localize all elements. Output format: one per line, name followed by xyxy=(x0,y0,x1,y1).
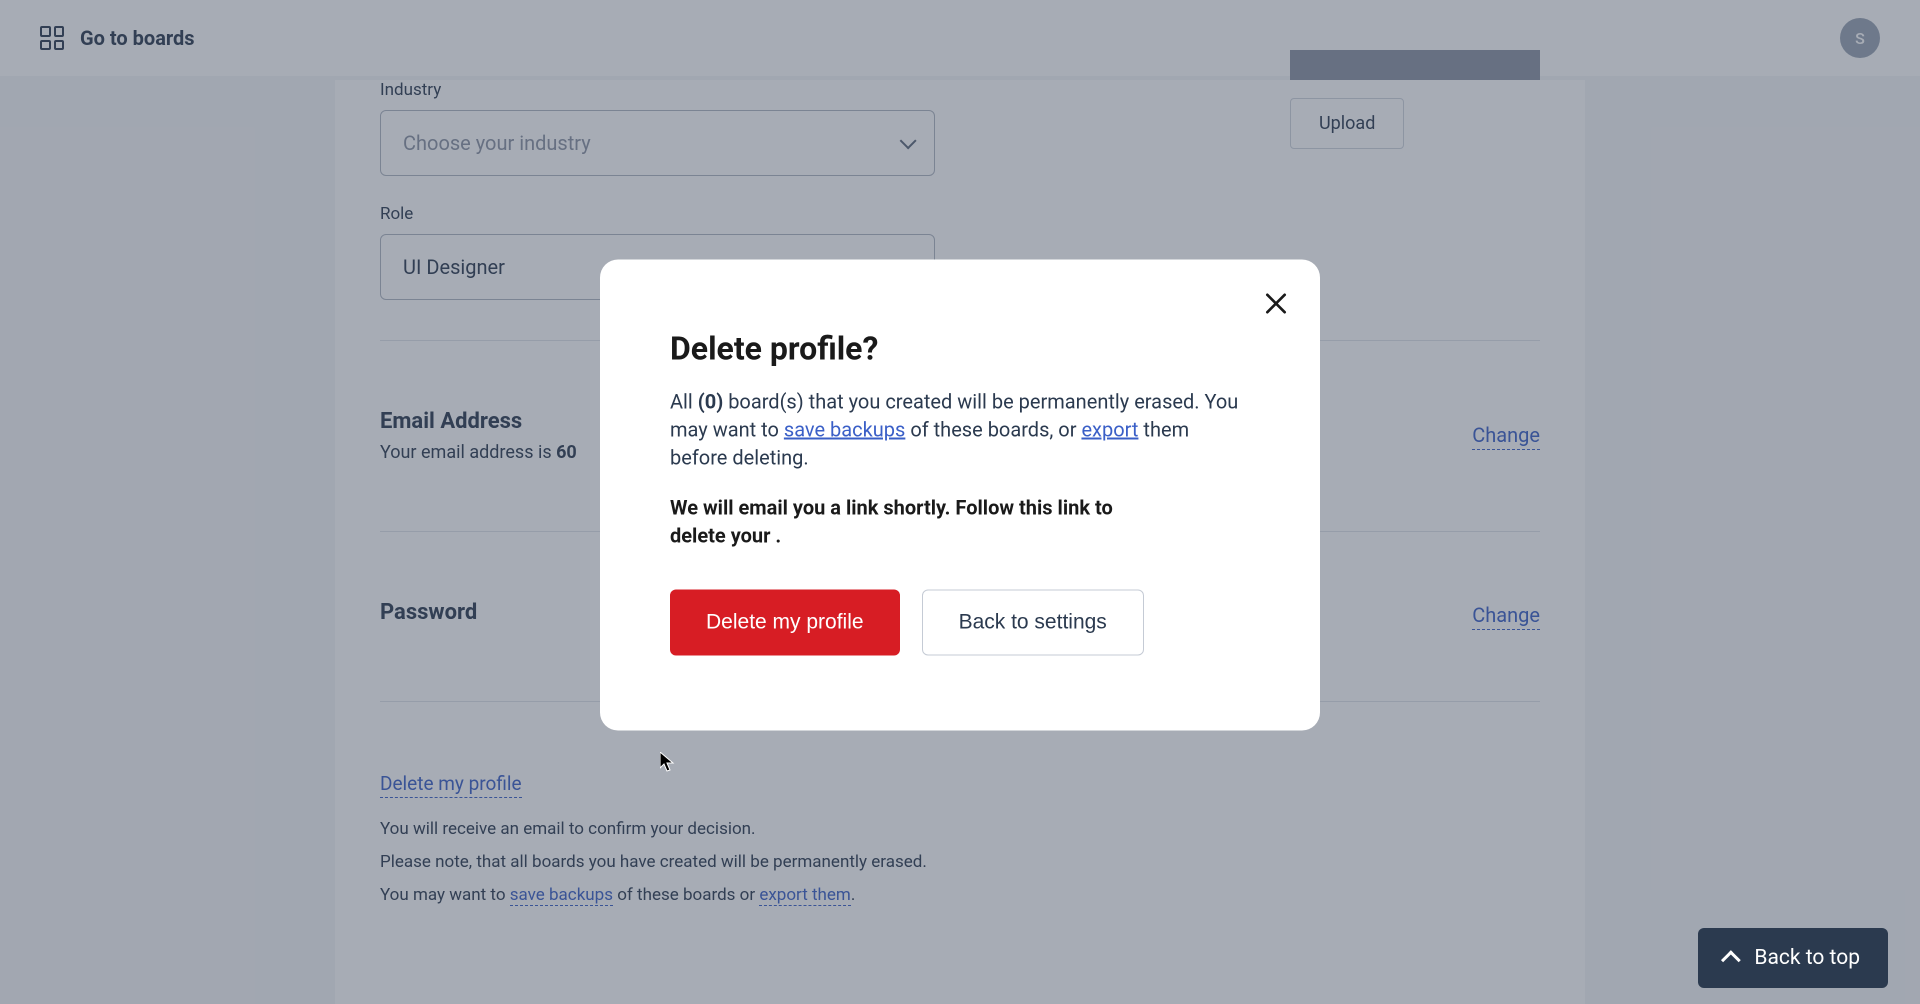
modal-export-link[interactable]: export xyxy=(1081,418,1138,442)
back-to-top-button[interactable]: Back to top xyxy=(1698,928,1888,988)
modal-title: Delete profile? xyxy=(670,330,1250,368)
back-to-top-label: Back to top xyxy=(1754,946,1860,970)
close-button[interactable] xyxy=(1260,288,1292,320)
close-icon xyxy=(1263,291,1289,317)
cursor-icon xyxy=(660,752,676,772)
modal-body: All (0) board(s) that you created will b… xyxy=(670,388,1250,472)
chevron-up-icon xyxy=(1721,950,1741,970)
modal-actions: Delete my profile Back to settings xyxy=(670,590,1250,656)
back-to-settings-button[interactable]: Back to settings xyxy=(922,590,1144,656)
modal-save-backups-link[interactable]: save backups xyxy=(784,418,905,442)
delete-profile-modal: Delete profile? All (0) board(s) that yo… xyxy=(600,260,1320,731)
modal-emphasis: We will email you a link shortly. Follow… xyxy=(670,494,1150,550)
delete-my-profile-button[interactable]: Delete my profile xyxy=(670,590,900,656)
